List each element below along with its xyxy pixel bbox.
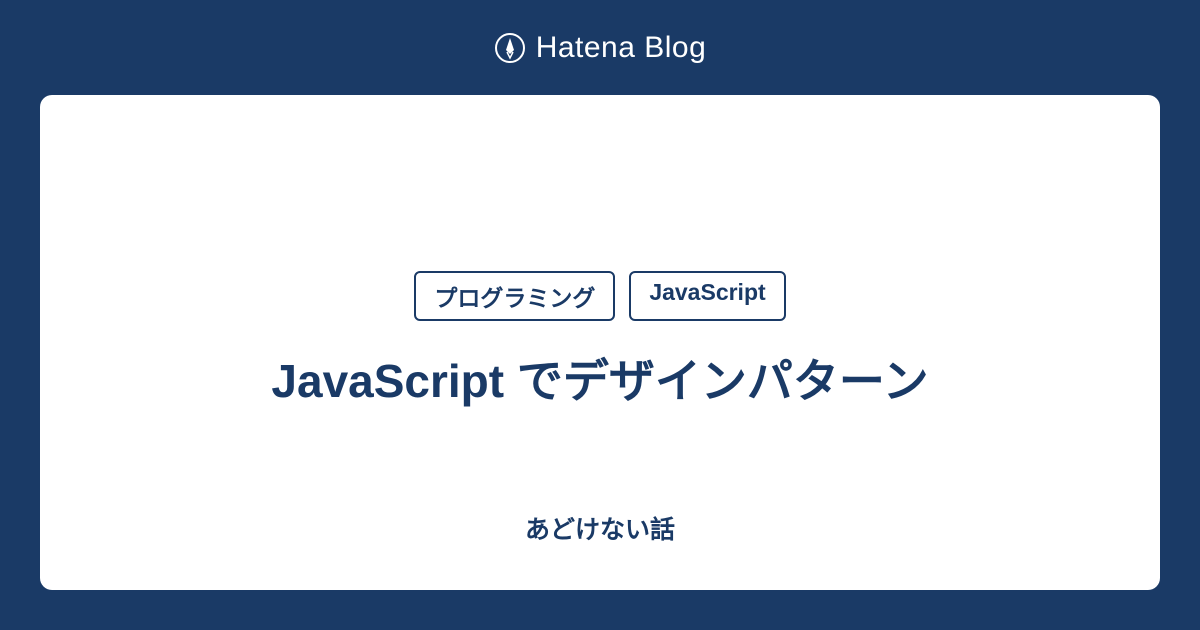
tag[interactable]: プログラミング bbox=[414, 271, 615, 321]
hatena-pen-icon bbox=[494, 32, 526, 64]
article-card: プログラミング JavaScript JavaScript でデザインパターン … bbox=[40, 95, 1160, 590]
tag[interactable]: JavaScript bbox=[629, 271, 785, 321]
blog-name: あどけない話 bbox=[525, 510, 675, 546]
header: Hatena Blog bbox=[0, 0, 1200, 95]
tag-list: プログラミング JavaScript bbox=[414, 271, 785, 321]
brand-text: Hatena Blog bbox=[536, 31, 707, 65]
article-title: JavaScript でデザインパターン bbox=[271, 349, 928, 413]
